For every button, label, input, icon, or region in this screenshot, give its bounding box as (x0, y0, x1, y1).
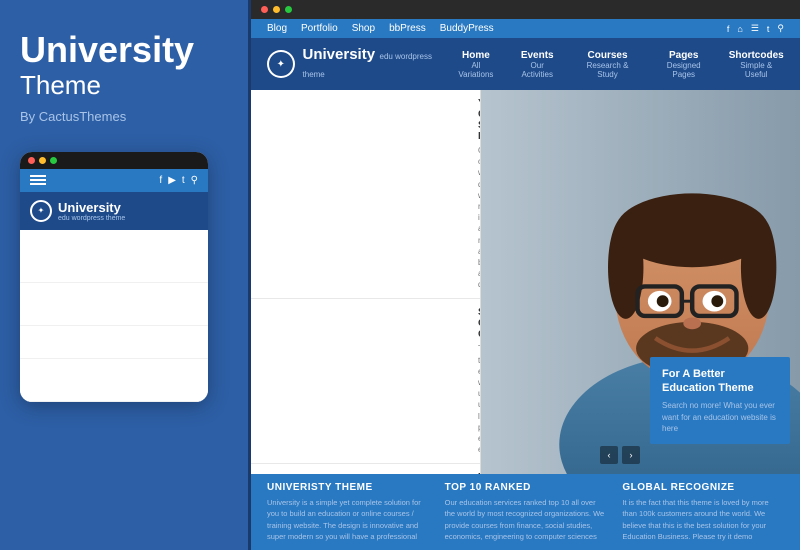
logo-text-block: University edu wordpress theme (303, 46, 454, 82)
list-item: Spark Of Genius (20, 283, 208, 326)
nav-item-pages[interactable]: Pages Designed Pages (655, 50, 712, 79)
blog-post-item: University Ranking Some People and Stude… (251, 464, 480, 474)
hamburger-icon (30, 175, 46, 185)
bottom-section-title: TOP 10 RANKED (445, 482, 607, 493)
hero-overlay-card: For A Better Education Theme Search no m… (650, 357, 790, 444)
hero-next-button[interactable]: › (622, 446, 640, 464)
mobile-post-list: Your Career Starts Here Spark Of Genius … (20, 230, 208, 402)
hero-card-title: For A Better Education Theme (662, 367, 778, 396)
bottom-section-title: GLOBAL RECOGNIZE (622, 482, 784, 493)
blog-post-item: Your Career Starts Here On the other han… (251, 90, 480, 299)
nav-item-home[interactable]: Home All Variations (453, 50, 498, 79)
home-icon: ⌂ (737, 24, 742, 34)
nav-item-courses[interactable]: Courses Research & Study (576, 50, 639, 79)
top-nav-portfolio[interactable]: Portfolio (301, 23, 338, 34)
right-panel: Blog Portfolio Shop bbPress BuddyPress f… (248, 0, 800, 550)
facebook-icon: f (159, 175, 162, 186)
top-nav-social-icons: f ⌂ ☰ t ⚲ (727, 23, 784, 34)
site-nav-items: Home All Variations Events Our Activitie… (453, 50, 784, 79)
left-panel: University Theme By CactusThemes f ▶ t ⚲… (0, 0, 248, 550)
logo-emblem-icon: ✦ (267, 50, 295, 78)
bottom-section-ranked: TOP 10 RANKED Our education services ran… (445, 482, 607, 542)
site-logo: ✦ University edu wordpress theme (267, 46, 453, 82)
dot-green-icon (50, 157, 57, 164)
browser-chrome (251, 0, 800, 19)
twitter-icon: t (182, 175, 185, 186)
nav-item-events[interactable]: Events Our Activities (514, 50, 560, 79)
dot-red-icon (28, 157, 35, 164)
top-nav-bbpress[interactable]: bbPress (389, 23, 426, 34)
list-item: Your Career Starts Here (20, 230, 208, 283)
site-content: Your Career Starts Here On the other han… (251, 90, 800, 474)
top-nav-blog[interactable]: Blog (267, 23, 287, 34)
bottom-section-global: GLOBAL RECOGNIZE It is the fact that thi… (622, 482, 784, 542)
site-name: University (303, 46, 376, 63)
list-item: Our New Campus (20, 359, 208, 402)
hero-card-desc: Search no more! What you ever want for a… (662, 400, 778, 434)
blog-post-list: Your Career Starts Here On the other han… (251, 90, 481, 474)
youtube-icon: ▶ (168, 175, 176, 186)
search-icon: ⚲ (777, 23, 784, 34)
twitter-icon: t (767, 24, 770, 34)
top-nav-buddypress[interactable]: BuddyPress (440, 23, 494, 34)
site-main-nav: ✦ University edu wordpress theme Home Al… (251, 38, 800, 90)
list-item: University Ranking (20, 326, 208, 359)
bottom-section-text: University is a simple yet complete solu… (267, 497, 429, 542)
site-top-nav: Blog Portfolio Shop bbPress BuddyPress f… (251, 19, 800, 38)
rss-icon: ☰ (751, 23, 759, 34)
mobile-logo-emblem: ✦ (30, 200, 52, 222)
dot-yellow-icon (39, 157, 46, 164)
dot-yellow-icon (273, 6, 280, 13)
dot-red-icon (261, 6, 268, 13)
hero-prev-button[interactable]: ‹ (600, 446, 618, 464)
top-nav-links: Blog Portfolio Shop bbPress BuddyPress (267, 23, 494, 34)
mobile-browser-chrome (20, 152, 208, 169)
mobile-nav-icons: f ▶ t ⚲ (159, 175, 198, 186)
theme-author: By CactusThemes (20, 109, 228, 124)
theme-title: University (20, 30, 228, 70)
bottom-section-title: UNIVERISTY THEME (267, 482, 429, 493)
hero-navigation: ‹ › (600, 446, 640, 464)
theme-subtitle: Theme (20, 70, 228, 101)
facebook-icon: f (727, 24, 730, 34)
mobile-nav-bar: f ▶ t ⚲ (20, 169, 208, 192)
bottom-section-text: Our education services ranked top 10 all… (445, 497, 607, 542)
nav-item-shortcodes[interactable]: Shortcodes Simple & Useful (728, 50, 784, 79)
site-bottom-bar: UNIVERISTY THEME University is a simple … (251, 474, 800, 550)
bottom-section-university: UNIVERISTY THEME University is a simple … (267, 482, 429, 542)
bottom-section-text: It is the fact that this theme is loved … (622, 497, 784, 542)
dot-green-icon (285, 6, 292, 13)
mobile-mockup: f ▶ t ⚲ ✦ University edu wordpress theme… (20, 152, 208, 402)
mobile-logo-bar: ✦ University edu wordpress theme (20, 192, 208, 230)
blog-post-item: Spark Of Genius To take a trivial exampl… (251, 299, 480, 464)
hero-area: For A Better Education Theme Search no m… (481, 90, 800, 474)
top-nav-shop[interactable]: Shop (352, 23, 375, 34)
mobile-logo-tagline: edu wordpress theme (58, 215, 125, 222)
search-icon: ⚲ (191, 175, 198, 186)
mobile-logo-text: University (58, 200, 125, 215)
